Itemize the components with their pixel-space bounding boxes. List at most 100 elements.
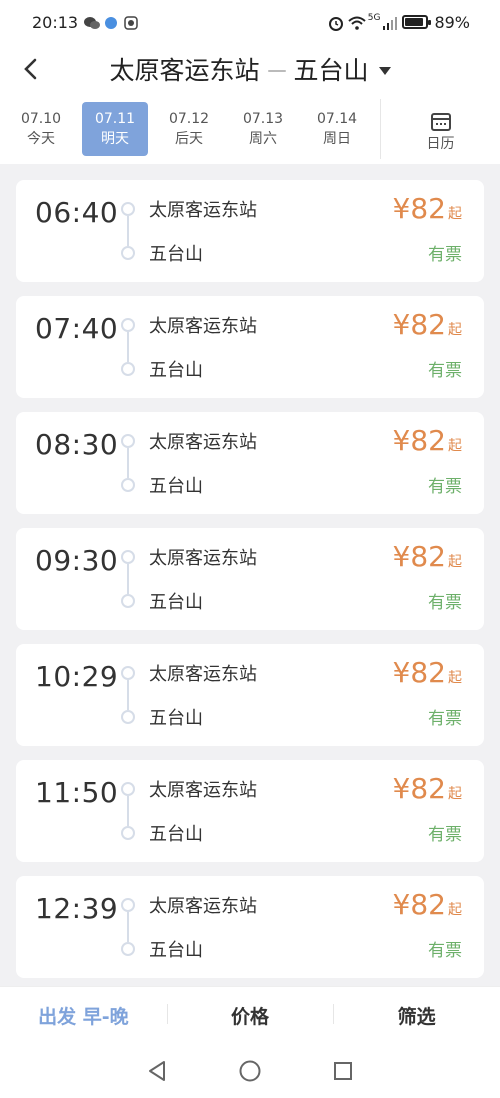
route-line [121,202,135,262]
departure-station: 太原客运东站 [149,780,257,801]
arrival-station: 五台山 [149,360,203,381]
departure-station: 太原客运东站 [149,896,257,917]
date-tab-label: 周六 [249,131,277,147]
date-tab-date: 07.13 [242,111,284,127]
departure-station: 太原客运东站 [149,548,257,569]
triangle-back-icon [148,1061,165,1081]
network-type: 5G [367,13,381,23]
departure-time: 10:29 [35,660,119,693]
trip-card[interactable]: 06:40 太原客运东站 五台山 ¥82 起 有票 [16,180,484,282]
price-amount: ¥82 [392,772,446,805]
battery-icon [402,15,432,29]
date-tab-label: 今天 [27,131,55,147]
departure-station: 太原客运东站 [149,316,257,337]
departure-station: 太原客运东站 [149,664,257,685]
date-tab-2[interactable]: 07.12 后天 [156,102,222,156]
circle-home-icon [239,1060,261,1082]
price-suffix: 起 [448,786,462,802]
status-right: 5G 89% [328,13,470,32]
price-amount: ¥82 [392,888,446,921]
price: ¥82 起 [393,308,462,341]
trip-card[interactable]: 11:50 太原客运东站 五台山 ¥82 起 有票 [16,760,484,862]
status-time: 20:13 [32,12,79,32]
signal-icon [382,15,398,30]
trip-card[interactable]: 07:40 太原客运东站 五台山 ¥82 起 有票 [16,296,484,398]
route-line [121,666,135,726]
wechat-icon [84,15,101,29]
price: ¥82 起 [393,192,462,225]
arrival-station: 五台山 [149,476,203,497]
trip-card[interactable]: 09:30 太原客运东站 五台山 ¥82 起 有票 [16,528,484,630]
back-arrow-icon [24,58,37,80]
price-suffix: 起 [448,206,462,222]
route-line [121,318,135,378]
trip-card[interactable]: 08:30 太原客运东站 五台山 ¥82 起 有票 [16,412,484,514]
date-tab-4[interactable]: 07.14 周日 [304,102,370,156]
price: ¥82 起 [393,540,462,573]
nav-back-button[interactable] [143,1057,171,1085]
date-tab-label: 明天 [101,131,129,147]
alarm-icon [328,15,343,31]
departure-time: 09:30 [35,544,119,577]
price-suffix: 起 [448,670,462,686]
sort-price-button[interactable]: 价格 [166,1002,334,1029]
route-line [121,898,135,958]
sort-departure-button[interactable]: 出发 早-晚 [0,1002,167,1029]
shield-app-icon [124,15,138,30]
nav-home-button[interactable] [236,1057,264,1085]
status-left: 20:13 [32,13,138,32]
route-separator [267,70,286,72]
ticket-status: 有票 [428,709,462,729]
wifi-icon [348,15,366,30]
back-button[interactable] [14,52,48,86]
date-tab-0[interactable]: 07.10 今天 [8,102,74,156]
trip-card[interactable]: 10:29 太原客运东站 五台山 ¥82 起 有票 [16,644,484,746]
calendar-label: 日历 [426,136,455,152]
route-from: 太原客运东站 [109,56,260,85]
date-tab-date: 07.10 [20,111,62,127]
ticket-status: 有票 [428,361,462,381]
arrival-station: 五台山 [149,244,203,265]
route-line [121,782,135,842]
arrival-station: 五台山 [149,708,203,729]
filter-button[interactable]: 筛选 [333,1002,500,1029]
price: ¥82 起 [393,888,462,921]
date-tab-date: 07.12 [168,111,210,127]
nav-recents-button[interactable] [329,1057,357,1085]
ticket-status: 有票 [428,825,462,845]
arrival-station: 五台山 [149,592,203,613]
price-suffix: 起 [448,322,462,338]
departure-station: 太原客运东站 [149,432,257,453]
departure-time: 07:40 [35,312,119,345]
date-tab-date: 07.11 [94,111,136,127]
date-tab-date: 07.14 [316,111,358,127]
trip-card[interactable]: 12:39 太原客运东站 五台山 ¥82 起 有票 [16,876,484,978]
trip-list: 06:40 太原客运东站 五台山 ¥82 起 有票 07:40 太原客运东站 五台… [16,180,484,992]
route-selector[interactable]: 太原客运东站 五台山 [109,51,391,87]
date-tab-3[interactable]: 07.13 周六 [230,102,296,156]
ticket-status: 有票 [428,477,462,497]
sort-filter-bar: 出发 早-晚 价格 筛选 [0,986,500,1044]
arrival-station: 五台山 [149,940,203,961]
departure-time: 08:30 [35,428,119,461]
price-suffix: 起 [448,438,462,454]
price-suffix: 起 [448,554,462,570]
calendar-button[interactable]: 日历 [381,113,500,153]
header: 太原客运东站 五台山 [0,44,500,94]
system-nav-bar [0,1044,500,1098]
arrival-station: 五台山 [149,824,203,845]
battery-percent: 89% [434,12,470,32]
ticket-status: 有票 [428,245,462,265]
ticket-status: 有票 [428,593,462,613]
price-amount: ¥82 [392,308,446,341]
date-tab-label: 周日 [323,131,351,147]
price-suffix: 起 [448,902,462,918]
calendar-icon [430,113,451,131]
departure-time: 11:50 [35,776,119,809]
price-amount: ¥82 [392,540,446,573]
route-to: 五台山 [293,56,369,85]
date-tab-label: 后天 [175,131,203,147]
date-tab-1[interactable]: 07.11 明天 [82,102,148,156]
price-amount: ¥82 [392,424,446,457]
departure-time: 12:39 [35,892,119,925]
